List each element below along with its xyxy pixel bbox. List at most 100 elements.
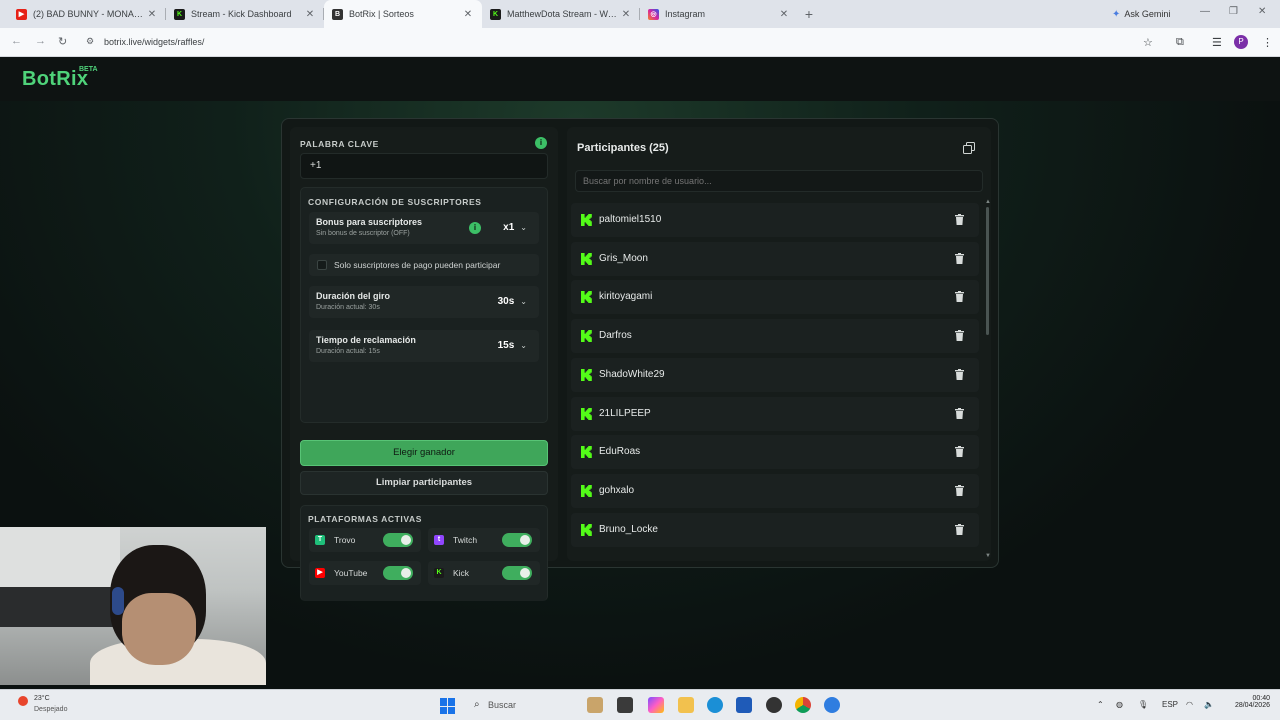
site-info-icon[interactable]: ⚙	[86, 36, 94, 47]
windows-taskbar: 23°C Despejado ⌕ Buscar ⌃ ◍ 🎙 ESP ◠ 🔈 00:…	[0, 689, 1280, 720]
info-icon[interactable]: i	[469, 222, 481, 234]
scroll-down-icon[interactable]: ▼	[985, 553, 991, 559]
chevron-down-icon: ⌄	[520, 297, 527, 306]
chevron-down-icon: ⌄	[520, 341, 527, 350]
kick-toggle[interactable]	[502, 566, 532, 580]
back-icon[interactable]: ←	[11, 35, 22, 47]
copy-icon[interactable]	[963, 142, 975, 154]
youtube-icon: ▶	[315, 568, 325, 578]
info-icon[interactable]: i	[535, 137, 547, 149]
trash-icon[interactable]	[955, 252, 964, 264]
spin-duration-select[interactable]: 30s ⌄	[498, 296, 527, 307]
tab-instagram[interactable]: ◎ Instagram ✕	[640, 0, 798, 28]
bookmark-star-icon[interactable]: ☆	[1143, 36, 1153, 49]
platform-kick: K Kick	[428, 561, 540, 585]
maximize-icon[interactable]: ❐	[1229, 6, 1238, 17]
close-icon[interactable]: ✕	[462, 9, 474, 20]
close-icon[interactable]: ✕	[304, 9, 316, 20]
trash-icon[interactable]	[955, 407, 964, 419]
subscriber-settings-label: CONFIGURACIÓN DE SUSCRIPTORES	[308, 197, 482, 207]
reload-icon[interactable]: ↻	[58, 35, 67, 48]
subscriber-settings: CONFIGURACIÓN DE SUSCRIPTORES Bonus para…	[300, 187, 548, 423]
instagram-icon: ◎	[648, 8, 659, 20]
tab-title: BotRix | Sorteos	[349, 9, 414, 19]
trash-icon[interactable]	[955, 484, 964, 496]
paid-subs-only-checkbox[interactable]	[317, 260, 327, 270]
tab-kick-dashboard[interactable]: K Stream - Kick Dashboard ✕	[166, 0, 324, 28]
keyword-input[interactable]: +1	[300, 153, 548, 179]
tab-title: MatthewDota Stream - Watch l	[507, 9, 620, 19]
taskbar-search[interactable]: ⌕ Buscar	[466, 696, 576, 716]
youtube-toggle[interactable]	[383, 566, 413, 580]
trash-icon[interactable]	[955, 291, 964, 303]
new-tab-button[interactable]: +	[798, 6, 820, 22]
obs-icon[interactable]	[766, 697, 782, 713]
copilot-icon[interactable]	[648, 697, 664, 713]
file-explorer-icon[interactable]	[678, 697, 694, 713]
app-icon[interactable]	[824, 697, 840, 713]
trash-icon[interactable]	[955, 446, 964, 458]
kick-icon	[581, 523, 592, 536]
twitch-toggle[interactable]	[502, 533, 532, 547]
volume-icon[interactable]: 🔈	[1204, 700, 1214, 709]
chrome-icon[interactable]	[795, 697, 811, 713]
terminal-icon[interactable]	[617, 697, 633, 713]
participants-scrollbar[interactable]: ▲ ▼	[985, 199, 991, 559]
platform-name: Kick	[453, 568, 470, 578]
language-indicator[interactable]: ESP	[1162, 700, 1178, 709]
clear-participants-button[interactable]: Limpiar participantes	[300, 471, 548, 495]
tab-kick-stream[interactable]: K MatthewDota Stream - Watch l ✕	[482, 0, 640, 28]
url-field[interactable]: ⚙ botrix.live/widgets/raffles/	[78, 32, 1168, 53]
trovo-toggle[interactable]	[383, 533, 413, 547]
taskbar-search-label: Buscar	[488, 700, 517, 710]
platform-youtube: ▶ YouTube	[309, 561, 421, 585]
claim-time-select[interactable]: 15s ⌄	[498, 340, 527, 351]
paid-subs-only-row[interactable]: Solo suscriptores de pago pueden partici…	[309, 254, 539, 276]
scroll-thumb[interactable]	[986, 207, 989, 335]
trash-icon[interactable]	[955, 214, 964, 225]
tray-chevron-icon[interactable]: ⌃	[1097, 700, 1104, 709]
close-icon[interactable]: ✕	[146, 9, 158, 20]
clock[interactable]: 00:40 28/04/2026	[1222, 695, 1270, 709]
trash-icon[interactable]	[955, 368, 964, 380]
tray-app-icon[interactable]: ◍	[1116, 700, 1123, 709]
windows-start-icon[interactable]	[440, 698, 456, 714]
chevron-down-icon: ⌄	[520, 223, 527, 232]
minimize-icon[interactable]: —	[1200, 6, 1210, 17]
claim-time-title: Tiempo de reclamación	[316, 335, 416, 345]
bonus-multiplier-select[interactable]: x1 ⌄	[503, 222, 527, 233]
close-icon[interactable]: ✕	[620, 9, 632, 20]
spin-duration-title: Duración del giro	[316, 291, 391, 301]
raffle-settings-panel: PALABRA CLAVE i +1 CONFIGURACIÓN DE SUSC…	[290, 127, 558, 601]
tab-botrix[interactable]: B BotRix | Sorteos ✕	[324, 0, 482, 28]
menu-kebab-icon[interactable]: ⋮	[1262, 36, 1273, 49]
raffle-widget: PALABRA CLAVE i +1 CONFIGURACIÓN DE SUSC…	[281, 118, 999, 601]
profile-avatar[interactable]: P	[1234, 35, 1248, 49]
microphone-icon[interactable]: 🎙	[1138, 700, 1148, 709]
scroll-up-icon[interactable]: ▲	[985, 199, 991, 205]
kick-icon	[581, 252, 592, 265]
kick-icon	[581, 291, 592, 304]
pick-winner-button[interactable]: Elegir ganador	[300, 440, 548, 466]
edge-icon[interactable]	[707, 697, 723, 713]
gemini-icon: ✦	[1112, 8, 1121, 20]
kick-icon	[581, 330, 592, 343]
close-window-icon[interactable]: ✕	[1258, 6, 1266, 17]
cast-icon[interactable]: ⧉	[1176, 36, 1184, 49]
participant-row: Gris_Moon	[571, 241, 979, 276]
participant-search-input[interactable]	[575, 170, 983, 192]
ask-gemini-button[interactable]: ✦ Ask Gemini	[1106, 5, 1176, 23]
weather-temp: 23°C	[34, 695, 50, 702]
widgets-icon[interactable]	[587, 697, 603, 713]
trovo-icon: T	[315, 535, 325, 545]
forward-icon[interactable]: →	[35, 35, 46, 47]
wifi-icon[interactable]: ◠	[1186, 700, 1193, 709]
tab-youtube[interactable]: ▶ (2) BAD BUNNY - MONACO (V ✕	[8, 0, 166, 28]
trash-icon[interactable]	[955, 330, 964, 342]
store-icon[interactable]	[736, 697, 752, 713]
trash-icon[interactable]	[955, 523, 964, 535]
paid-subs-only-label: Solo suscriptores de pago pueden partici…	[334, 260, 501, 270]
extensions-icon[interactable]: ☰	[1212, 36, 1222, 49]
botrix-icon: B	[332, 8, 343, 20]
close-icon[interactable]: ✕	[778, 9, 790, 20]
